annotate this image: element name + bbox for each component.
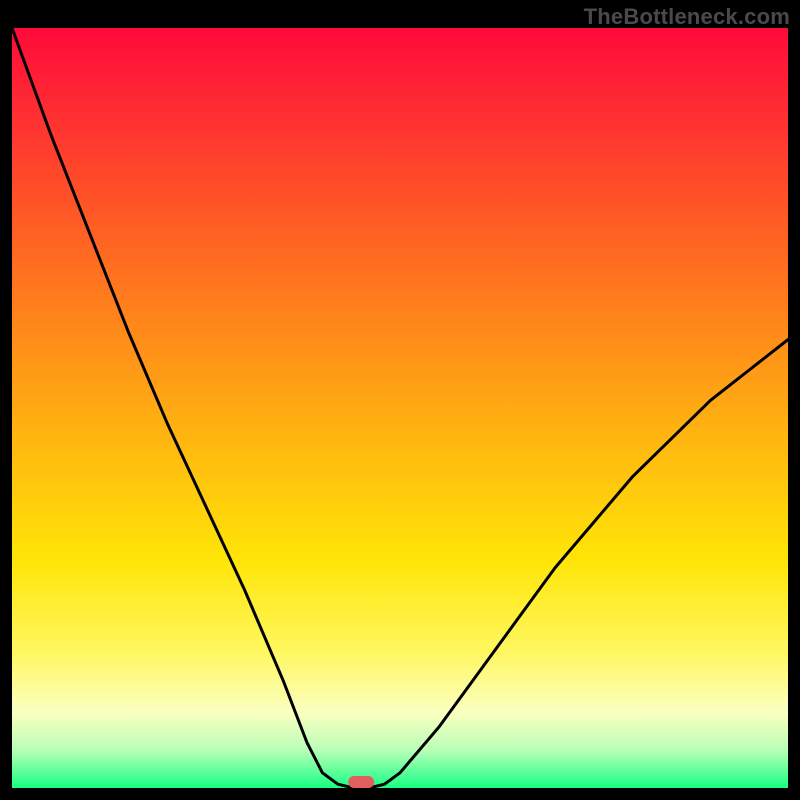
sweet-spot-marker [348,776,374,788]
plot-svg [12,28,788,788]
bottleneck-plot [12,28,788,788]
plot-background [12,28,788,788]
watermark-label: TheBottleneck.com [584,4,790,30]
chart-frame: TheBottleneck.com [0,0,800,800]
